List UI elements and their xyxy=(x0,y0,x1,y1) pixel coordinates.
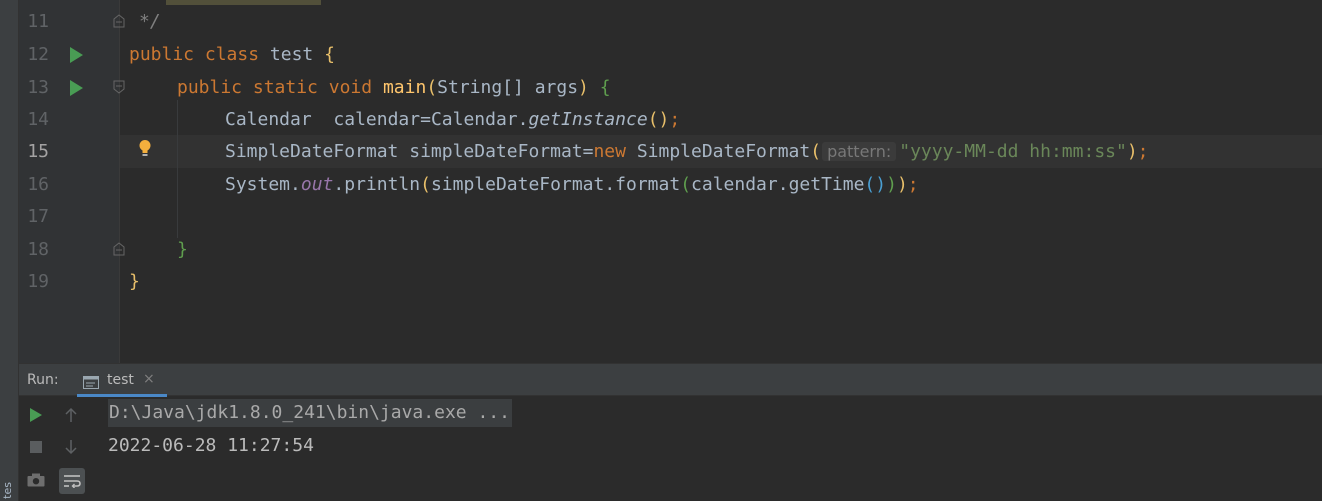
code-line-16[interactable]: System.out.println(simpleDateFormat.form… xyxy=(225,168,919,201)
method-name: main xyxy=(382,77,427,98)
paren: ) xyxy=(1126,141,1138,162)
type-name: Calendar xyxy=(225,109,312,130)
variable: simpleDateFormat xyxy=(409,141,583,162)
stop-icon[interactable] xyxy=(24,435,48,459)
console-tab-icon xyxy=(83,374,99,393)
run-tab-label: test xyxy=(107,372,134,388)
run-tool-window[interactable]: Run: test × D:\Java\jdk1.8.0_241\bin\jav… xyxy=(19,363,1322,501)
fold-icon[interactable] xyxy=(113,14,125,28)
left-strip-label[interactable]: tes xyxy=(1,482,14,499)
line-number: 14 xyxy=(27,109,49,130)
run-gutter-icon[interactable] xyxy=(70,47,83,63)
code-line-14[interactable]: Calendar calendar=Calendar.getInstance()… xyxy=(225,103,680,136)
console-output[interactable]: D:\Java\jdk1.8.0_241\bin\java.exe ... 20… xyxy=(108,396,1308,462)
static-call: getInstance xyxy=(528,109,648,130)
line-number: 17 xyxy=(27,206,49,227)
scroll-highlight xyxy=(166,0,321,5)
line-number: 18 xyxy=(27,239,49,260)
scroll-down-icon[interactable] xyxy=(59,435,83,459)
indent-guide xyxy=(177,100,178,238)
paren: ( xyxy=(420,174,431,195)
paren: ( xyxy=(426,77,438,98)
semicolon: ; xyxy=(907,174,919,195)
method-call: calendar.getTime xyxy=(691,174,865,195)
keyword: public xyxy=(177,77,243,98)
code-line-13[interactable]: public static void main(String[] args) { xyxy=(177,71,611,104)
code-line-12[interactable]: public class test { xyxy=(129,38,335,71)
string-literal: "yyyy-MM-dd hh:mm:ss" xyxy=(899,141,1127,162)
rerun-icon[interactable] xyxy=(24,403,48,427)
brace: { xyxy=(324,44,335,65)
fold-icon[interactable] xyxy=(113,80,125,94)
paren: ) xyxy=(886,174,897,195)
paren: ( xyxy=(680,174,692,195)
camera-icon[interactable] xyxy=(24,468,48,492)
code-line-15[interactable]: SimpleDateFormat simpleDateFormat=new Si… xyxy=(225,135,1149,168)
run-label: Run: xyxy=(27,372,59,388)
static-field: out xyxy=(300,174,334,195)
keyword: void xyxy=(328,77,373,98)
paren: () xyxy=(864,174,887,195)
scroll-up-icon[interactable] xyxy=(59,403,83,427)
class-name: test xyxy=(269,44,314,65)
operator: = xyxy=(420,109,431,130)
dot: . xyxy=(517,109,529,130)
dot: . xyxy=(290,174,301,195)
keyword: static xyxy=(252,77,318,98)
paren: () xyxy=(647,109,670,130)
console-line: D:\Java\jdk1.8.0_241\bin\java.exe ... xyxy=(108,396,1308,429)
method-call: .println xyxy=(333,174,421,195)
brace: } xyxy=(129,271,140,292)
line-number: 11 xyxy=(27,11,49,32)
code-editor[interactable]: 11 12 13 14 15 16 17 18 19 */ public cla… xyxy=(19,0,1322,363)
line-number: 12 xyxy=(27,44,49,65)
console-command[interactable]: D:\Java\jdk1.8.0_241\bin\java.exe ... xyxy=(108,399,512,427)
code-line-11[interactable]: */ xyxy=(139,5,161,38)
operator: = xyxy=(582,141,594,162)
keyword: public xyxy=(129,44,195,65)
comment-end: */ xyxy=(139,11,161,32)
keyword: class xyxy=(204,44,260,65)
code-line-19[interactable]: } xyxy=(129,265,140,298)
variable: calendar xyxy=(333,109,421,130)
params: String[] args xyxy=(437,77,579,98)
gutter-separator xyxy=(119,0,120,363)
class-ref: Calendar xyxy=(430,109,518,130)
class-ref: System xyxy=(225,174,291,195)
brace: } xyxy=(177,239,188,260)
keyword: new xyxy=(593,141,626,162)
code-line-18[interactable]: } xyxy=(177,233,188,266)
paren: ( xyxy=(810,141,822,162)
type-name: SimpleDateFormat xyxy=(225,141,399,162)
semicolon: ; xyxy=(1137,141,1149,162)
constructor: SimpleDateFormat xyxy=(636,141,811,162)
left-tool-strip[interactable]: tes xyxy=(0,0,19,501)
method-call: simpleDateFormat.format xyxy=(430,174,681,195)
brace: { xyxy=(599,77,611,98)
line-number-active: 15 xyxy=(27,141,49,162)
run-header: Run: test × xyxy=(19,363,1322,397)
semicolon: ; xyxy=(669,109,681,130)
fold-icon[interactable] xyxy=(113,242,125,256)
soft-wrap-icon[interactable] xyxy=(59,468,85,494)
console-line: 2022-06-28 11:27:54 xyxy=(108,435,314,456)
run-tab-test[interactable]: test × xyxy=(77,364,155,396)
line-number: 13 xyxy=(27,77,49,98)
close-icon[interactable]: × xyxy=(143,371,155,387)
run-gutter-icon[interactable] xyxy=(70,80,83,96)
paren: ) xyxy=(578,77,589,98)
line-number: 16 xyxy=(27,174,49,195)
intention-bulb-icon[interactable] xyxy=(138,139,152,161)
line-number: 19 xyxy=(27,271,49,292)
parameter-hint: pattern: xyxy=(822,142,897,161)
paren: ) xyxy=(896,174,908,195)
